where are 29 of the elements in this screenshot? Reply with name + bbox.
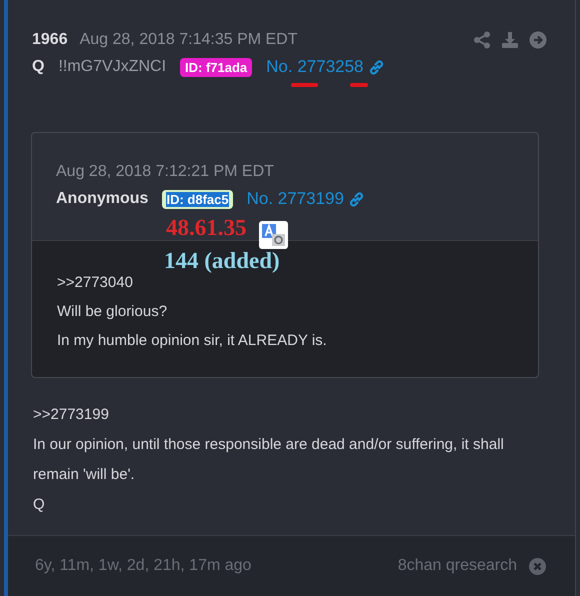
quote-line: Will be glorious? xyxy=(57,302,168,322)
post-link[interactable]: No. 2773199 xyxy=(246,189,344,209)
board-name: 8chan qresearch xyxy=(398,557,517,575)
id-badge: ID: f71ada xyxy=(180,58,252,76)
post-link[interactable]: No. 2773258 xyxy=(266,57,364,77)
link-icon[interactable] xyxy=(368,58,385,76)
translate-icon[interactable] xyxy=(259,221,288,249)
id-badge: ID: d8fac5 xyxy=(162,190,233,208)
annotation-text: 144 (added) xyxy=(164,248,280,274)
post-text: >>2773199 xyxy=(33,405,110,425)
post-date: Aug 28, 2018 7:12:21 PM EDT xyxy=(56,163,275,181)
download-icon[interactable] xyxy=(501,31,519,49)
poster-name: Anonymous xyxy=(56,190,148,208)
tripcode: !!mG7VJxZNCI xyxy=(58,58,166,76)
post-age: 6y, 11m, 1w, 2d, 21h, 17m ago xyxy=(35,557,252,575)
link-icon[interactable] xyxy=(348,190,365,208)
quote-line: In my humble opinion sir, it ALREADY is. xyxy=(57,331,328,351)
annotation-text: 48.61.35 xyxy=(166,215,246,241)
post-number: 1966 xyxy=(32,31,68,49)
arrow-circle-icon[interactable] xyxy=(529,31,547,49)
post-date: Aug 28, 2018 7:14:35 PM EDT xyxy=(80,31,298,49)
share-icon[interactable] xyxy=(473,31,491,49)
quote-line: >>2773040 xyxy=(57,273,134,293)
post-text: In our opinion, until those responsible are dead and/or suffering, it shall remain 'will be'. xyxy=(33,435,505,485)
poster-name: Q xyxy=(32,58,44,76)
post-text: Q xyxy=(33,495,46,515)
close-icon[interactable] xyxy=(529,558,546,574)
underline-mark xyxy=(350,83,368,87)
underline-mark xyxy=(291,83,318,87)
